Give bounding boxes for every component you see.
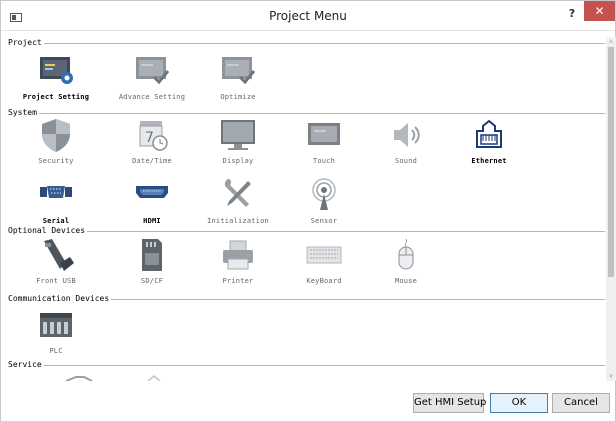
vertical-scrollbar[interactable]: ˄ ˅	[606, 37, 616, 381]
section-service: Service	[8, 359, 605, 371]
scroll-up-arrow-icon[interactable]: ˄	[606, 37, 616, 47]
menu-item-label: Optimize	[220, 93, 256, 101]
menu-item-label: Initialization	[207, 217, 269, 225]
ok-button[interactable]: OK	[490, 393, 548, 413]
service-item-icon	[65, 376, 93, 381]
menu-item-label: SD/CF	[140, 277, 164, 285]
sd-card-icon	[142, 239, 162, 271]
menu-item-label: Front USB	[36, 277, 76, 285]
help-button[interactable]: ?	[564, 5, 580, 23]
section-divider	[8, 365, 605, 366]
menu-item-label: Sensor	[310, 217, 338, 225]
menu-item-label: Sound	[394, 157, 418, 165]
section-divider	[8, 113, 605, 114]
menu-item-plc[interactable]: PLC	[8, 307, 104, 367]
scrollbar-thumb[interactable]	[608, 47, 614, 277]
plc-icon	[40, 313, 72, 337]
section-divider	[8, 231, 605, 232]
monitor-icon	[221, 120, 255, 150]
menu-item-mouse[interactable]: Mouse	[358, 237, 454, 297]
menu-item-label: Advance Setting	[118, 93, 186, 101]
section-divider	[8, 43, 605, 44]
dialog-footer: Get HMI Setup OK Cancel	[1, 383, 615, 421]
speaker-icon	[394, 123, 420, 147]
menu-item-advance-setting[interactable]: Advance Setting	[104, 53, 200, 113]
menu-item-label: Ethernet	[471, 157, 507, 165]
sensor-icon	[312, 178, 336, 210]
section-optional-devices: Optional Devices	[8, 225, 605, 237]
shield-icon	[42, 119, 70, 152]
menu-item-printer[interactable]: Printer	[190, 237, 286, 297]
cancel-button[interactable]: Cancel	[552, 393, 610, 413]
tools-icon	[224, 179, 251, 207]
keyboard-icon	[306, 246, 342, 264]
menu-item-label: Printer	[222, 277, 254, 285]
title-bar[interactable]: Project Menu ? ✕	[1, 1, 615, 31]
touch-screen-icon	[308, 123, 340, 145]
ethernet-port-icon	[476, 119, 502, 148]
close-button[interactable]: ✕	[584, 1, 615, 21]
scroll-down-arrow-icon[interactable]: ˅	[606, 371, 616, 381]
menu-item-display[interactable]: Display	[190, 117, 286, 177]
menu-content: Project Project Setting Advance Setting	[8, 37, 605, 381]
menu-item-label: Serial	[42, 217, 70, 225]
menu-item-date-time[interactable]: 7 Date/Time	[104, 117, 200, 177]
menu-item-optimize[interactable]: Optimize	[190, 53, 286, 113]
menu-item-sd-cf[interactable]: SD/CF	[104, 237, 200, 297]
mouse-icon	[398, 238, 414, 270]
section-communication-devices: Communication Devices	[8, 293, 605, 305]
get-hmi-setup-button[interactable]: Get HMI Setup	[413, 393, 486, 413]
window-title: Project Menu	[269, 9, 347, 23]
section-label: Service	[8, 359, 44, 371]
menu-item-sound[interactable]: Sound	[358, 117, 454, 177]
section-label: Project	[8, 37, 44, 49]
menu-item-label: Security	[38, 157, 74, 165]
menu-item-project-setting[interactable]: Project Setting	[8, 53, 104, 113]
advance-setting-icon	[136, 57, 170, 85]
project-setting-icon	[40, 57, 73, 84]
optimize-icon	[222, 57, 256, 85]
project-menu-dialog: Project Menu ? ✕ Project Project Setting	[0, 0, 616, 421]
menu-item-front-usb[interactable]: Front USB	[8, 237, 104, 297]
printer-icon	[223, 240, 253, 270]
menu-item-label: HDMI	[143, 217, 161, 225]
hdmi-port-icon	[136, 186, 168, 198]
section-label: Communication Devices	[8, 293, 112, 305]
usb-plug-icon	[44, 239, 74, 271]
menu-item-ethernet[interactable]: Ethernet	[441, 117, 537, 177]
calendar-clock-icon: 7	[139, 121, 168, 151]
menu-item-label: PLC	[49, 347, 63, 355]
menu-item-label: Display	[222, 157, 254, 165]
menu-item-label: Project Setting	[22, 93, 90, 101]
menu-item-label: Date/Time	[132, 157, 172, 165]
section-project: Project	[8, 37, 605, 49]
service-item-icon	[147, 375, 161, 381]
menu-item-label: Mouse	[394, 277, 418, 285]
serial-port-icon	[40, 186, 72, 198]
section-label: Optional Devices	[8, 225, 88, 237]
menu-item-security[interactable]: Security	[8, 117, 104, 177]
